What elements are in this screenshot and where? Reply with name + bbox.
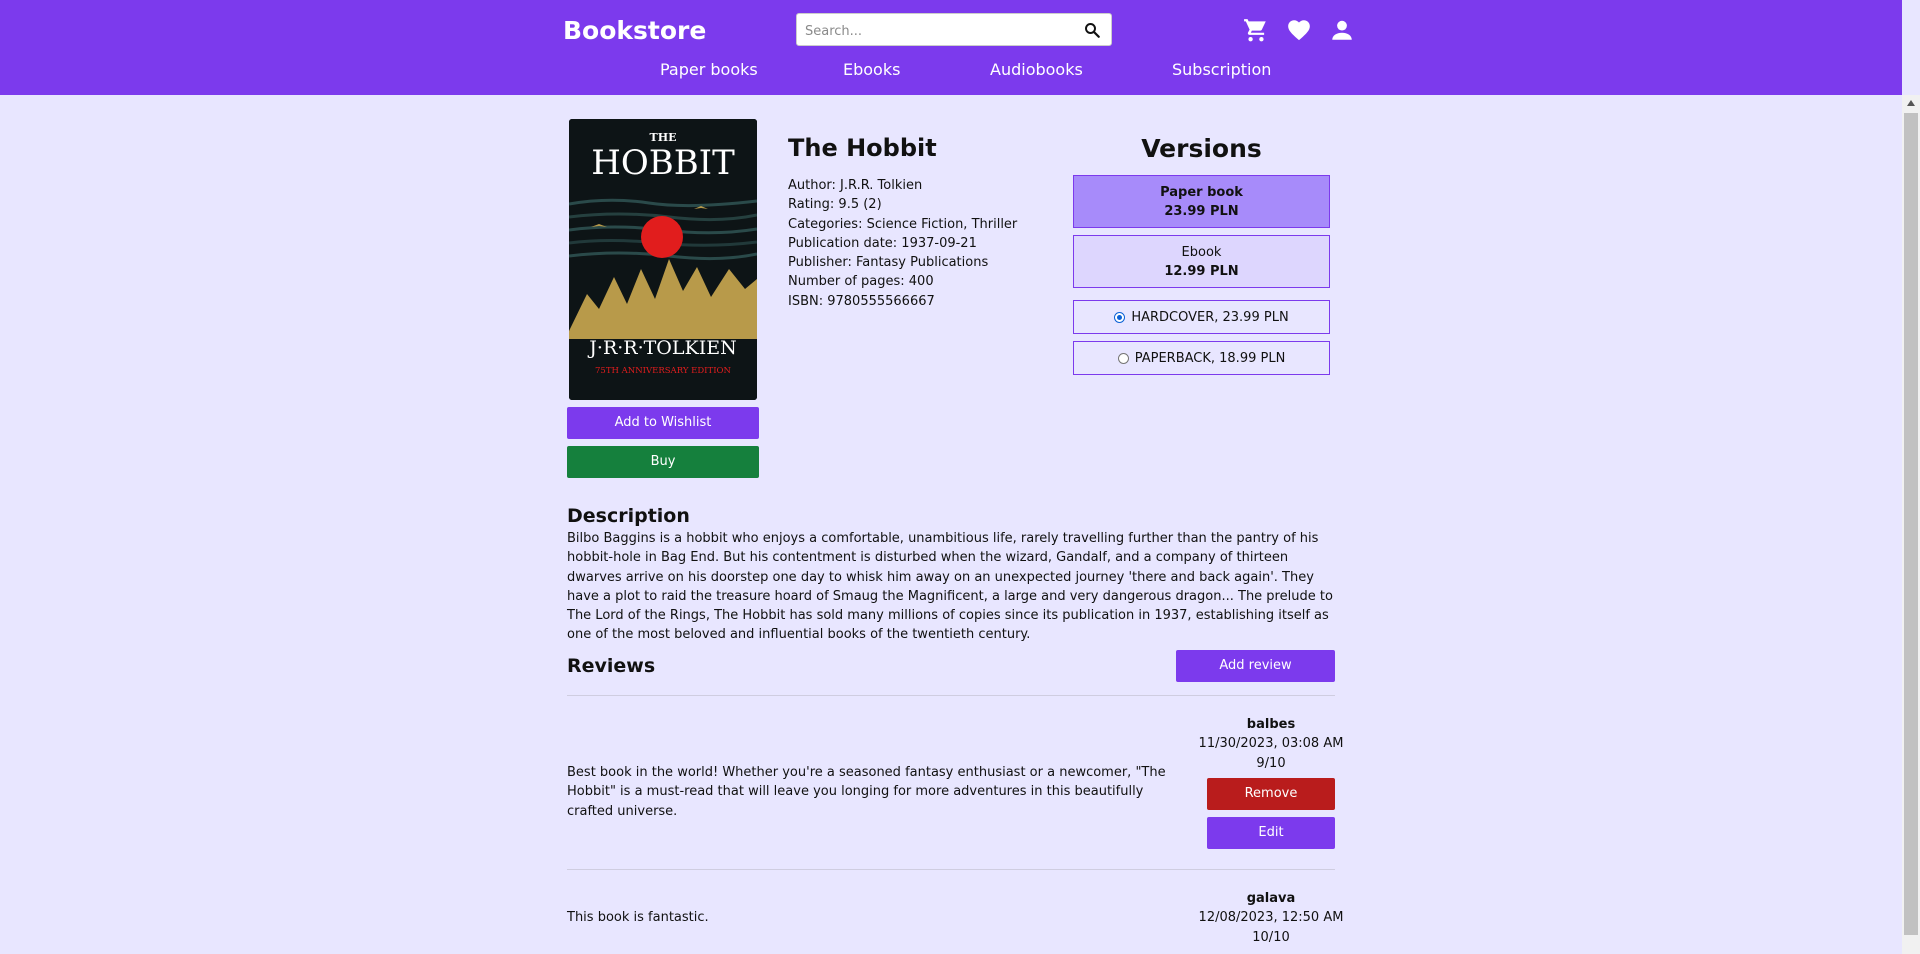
book-publisher: Publisher: Fantasy Publications — [788, 255, 989, 271]
review-date: 12/08/2023, 12:50 AM — [1198, 910, 1344, 926]
hardcover-radio[interactable] — [1114, 312, 1126, 323]
book-cover-image: THE HOBBIT J·R·R·TOLKIEN 75TH ANNIVERSAR… — [569, 119, 757, 400]
cover-edition: 75TH ANNIVERSARY EDITION — [595, 366, 731, 376]
book-title: The Hobbit — [788, 134, 937, 162]
review-score: 10/10 — [1252, 929, 1290, 945]
add-review-button[interactable]: Add review — [1176, 650, 1335, 682]
review-user: balbes — [1246, 717, 1296, 732]
review-score: 9/10 — [1256, 755, 1286, 771]
book-categories: Categories: Science Fiction, Thriller — [788, 216, 1018, 232]
version-paper-book-card[interactable]: Paper book 23.99 PLN — [1073, 175, 1330, 228]
heart-icon[interactable] — [1286, 17, 1312, 47]
version-name: Ebook — [1181, 245, 1222, 260]
option-hardcover[interactable]: HARDCOVER, 23.99 PLN — [1073, 300, 1330, 334]
book-pages: Number of pages: 400 — [788, 274, 934, 290]
review-date: 11/30/2023, 03:08 AM — [1198, 736, 1344, 752]
reviews-heading: Reviews — [567, 655, 656, 677]
top-header: Bookstore Paper books Ebooks Audiobooks … — [0, 0, 1902, 95]
version-price: 12.99 PLN — [1164, 264, 1239, 279]
review-meta: balbes 11/30/2023, 03:08 AM 9/10 — [1198, 715, 1344, 773]
scrollbar-thumb[interactable] — [1904, 113, 1918, 935]
remove-review-button[interactable]: Remove — [1207, 778, 1335, 810]
review-user: galava — [1246, 891, 1296, 906]
cover-author: J·R·R·TOLKIEN — [589, 337, 737, 359]
review-text: This book is fantastic. — [567, 910, 709, 925]
option-paperback[interactable]: PAPERBACK, 18.99 PLN — [1073, 341, 1330, 375]
book-rating: Rating: 9.5 (2) — [788, 197, 882, 213]
nav-subscription[interactable]: Subscription — [1172, 60, 1271, 79]
review-text: Best book in the world! Whether you're a… — [567, 765, 1166, 819]
search-box[interactable] — [796, 13, 1112, 46]
brand-logo[interactable]: Bookstore — [563, 16, 706, 45]
page-scrollbar[interactable] — [1902, 95, 1920, 954]
book-isbn: ISBN: 9780555566667 — [788, 293, 935, 309]
paperback-radio[interactable] — [1117, 353, 1129, 364]
book-publication-date: Publication date: 1937-09-21 — [788, 235, 977, 251]
cover-title: HOBBIT — [591, 143, 735, 183]
divider — [567, 695, 1335, 696]
description-heading: Description — [567, 505, 690, 527]
version-name: Paper book — [1160, 185, 1243, 200]
search-icon[interactable] — [1083, 21, 1101, 43]
add-to-wishlist-button[interactable]: Add to Wishlist — [567, 407, 759, 439]
nav-paper-books[interactable]: Paper books — [660, 60, 758, 79]
description-text: Bilbo Baggins is a hobbit who enjoys a c… — [567, 531, 1333, 643]
option-label: HARDCOVER, 23.99 PLN — [1131, 310, 1289, 325]
buy-button[interactable]: Buy — [567, 446, 759, 478]
nav-ebooks[interactable]: Ebooks — [843, 60, 900, 79]
divider — [567, 869, 1335, 870]
review-meta: galava 12/08/2023, 12:50 AM 10/10 — [1198, 889, 1344, 947]
versions-heading: Versions — [1141, 134, 1262, 163]
version-ebook-card[interactable]: Ebook 12.99 PLN — [1073, 235, 1330, 288]
version-price: 23.99 PLN — [1164, 204, 1239, 219]
option-label: PAPERBACK, 18.99 PLN — [1134, 351, 1286, 366]
cart-icon[interactable] — [1243, 17, 1269, 47]
user-icon[interactable] — [1329, 17, 1355, 47]
nav-audiobooks[interactable]: Audiobooks — [990, 60, 1083, 79]
scroll-up-icon[interactable] — [1907, 100, 1915, 106]
edit-review-button[interactable]: Edit — [1207, 817, 1335, 849]
search-input[interactable] — [803, 20, 1067, 42]
book-author: Author: J.R.R. Tolkien — [788, 178, 923, 193]
book-details: Author: J.R.R. Tolkien Rating: 9.5 (2) C… — [788, 176, 1017, 311]
